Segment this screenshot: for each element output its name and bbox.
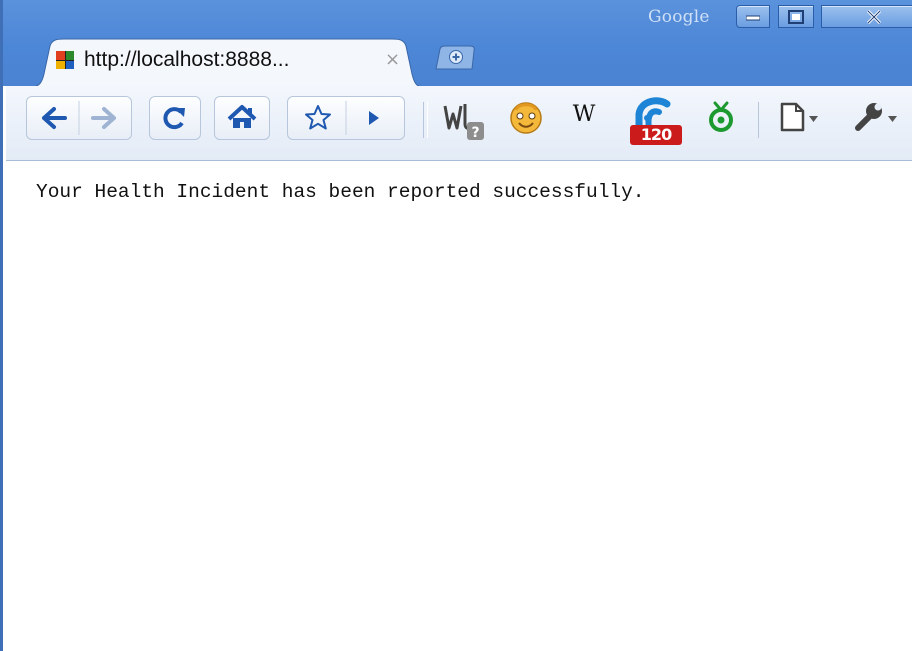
close-icon — [866, 9, 882, 24]
toolbar-separator-2 — [758, 102, 759, 138]
browser-window: Google http://localhost:8888... × ? W 12… — [0, 0, 912, 651]
smiley-extension-icon[interactable] — [506, 98, 546, 138]
green-extension-icon[interactable] — [703, 98, 739, 136]
star-icon[interactable] — [305, 105, 331, 130]
google-brand-label: Google — [648, 7, 710, 27]
reload-icon — [163, 107, 185, 130]
toolbar-separator — [423, 102, 424, 138]
tab-strip: Google http://localhost:8888... × — [3, 0, 912, 87]
tab-close-button[interactable]: × — [385, 49, 400, 70]
svg-text:?: ? — [471, 125, 479, 141]
minimize-icon — [746, 15, 760, 20]
new-tab-button[interactable] — [432, 45, 478, 70]
bookmark-play-icons — [305, 101, 379, 135]
back-forward-icons — [42, 101, 116, 135]
home-icon — [227, 105, 257, 128]
bookmark-play-group — [287, 96, 405, 140]
browser-toolbar: ? W 120 — [6, 86, 912, 161]
minimize-button[interactable] — [736, 5, 770, 28]
page-content: Your Health Incident has been reported s… — [6, 161, 912, 651]
feed-extension-icon[interactable]: 120 — [625, 94, 685, 146]
success-message: Your Health Incident has been reported s… — [36, 181, 645, 203]
close-window-button[interactable] — [821, 5, 912, 28]
tab-title: http://localhost:8888... — [84, 48, 290, 71]
home-button[interactable] — [214, 96, 270, 140]
back-forward-group — [26, 96, 132, 140]
tab-favicon-icon — [56, 51, 74, 69]
active-tab[interactable]: http://localhost:8888... × — [30, 38, 423, 87]
back-arrow-icon[interactable] — [42, 107, 67, 129]
play-icon[interactable] — [369, 111, 379, 125]
wrench-menu-icon[interactable] — [852, 98, 912, 136]
wikipedia-icon[interactable]: W — [569, 102, 599, 132]
maximize-button[interactable] — [778, 5, 814, 28]
notification-badge: 120 — [630, 125, 682, 145]
web-developer-icon[interactable]: ? — [441, 96, 487, 142]
reload-button[interactable] — [149, 96, 201, 140]
page-menu-icon[interactable] — [776, 98, 836, 136]
toolbar-separator-highlight — [427, 102, 428, 138]
maximize-icon — [788, 9, 804, 24]
forward-arrow-icon[interactable] — [91, 107, 116, 129]
